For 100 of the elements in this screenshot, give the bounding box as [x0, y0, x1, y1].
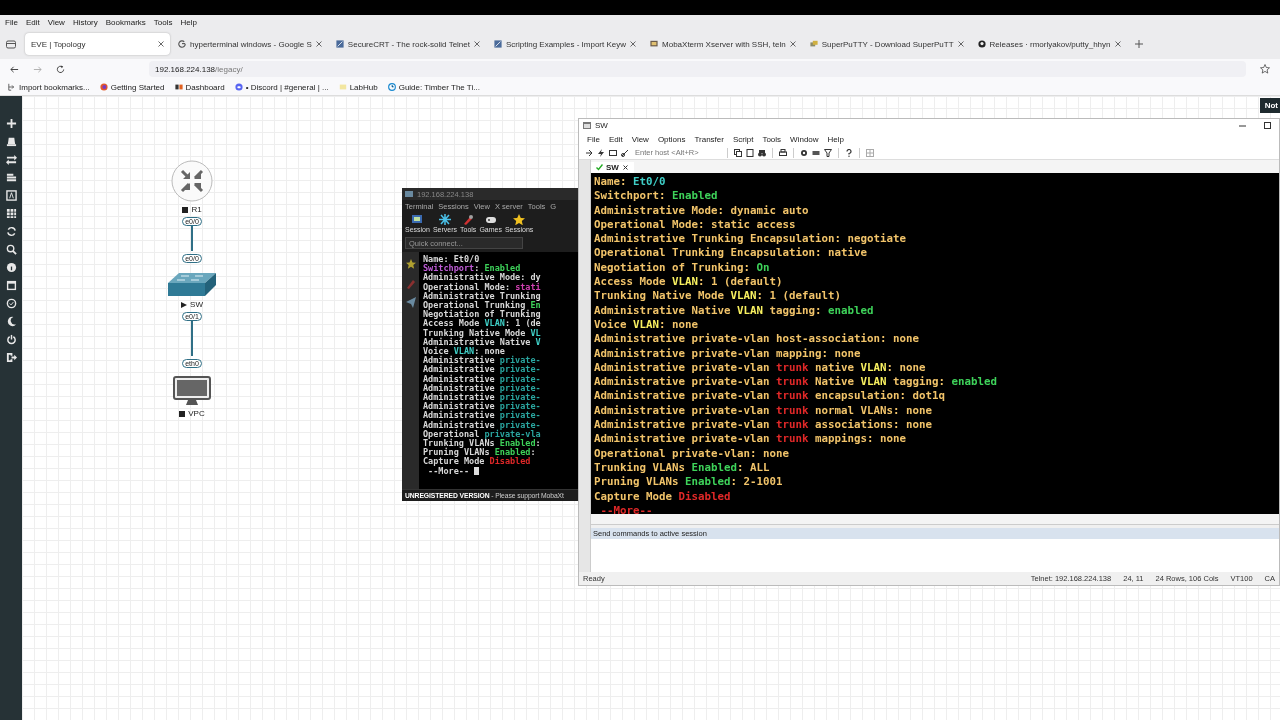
close-icon[interactable]	[621, 164, 629, 171]
star-icon	[513, 214, 526, 225]
browser-tab[interactable]: hyperterminal windows - Google S	[172, 33, 328, 55]
terminal-screen[interactable]	[591, 173, 1279, 514]
power-icon[interactable]	[5, 334, 17, 345]
terminal-line: Administrative Native VLAN tagging: enabled	[594, 303, 875, 318]
menu-item[interactable]: Transfer	[694, 134, 724, 144]
copy-icon[interactable]	[734, 148, 742, 157]
terminal-line: Negotiation of Trunking	[423, 310, 542, 320]
zoom-icon[interactable]	[5, 244, 17, 255]
monitor-icon	[405, 190, 413, 198]
bookmark[interactable]: Import bookmarks...	[19, 82, 90, 92]
scrollbar[interactable]	[591, 514, 1279, 525]
menu-item[interactable]: Bookmarks	[105, 17, 146, 27]
terminal-line: Administrative private-	[423, 411, 542, 421]
menu-item[interactable]: View	[631, 134, 649, 144]
maximize-icon[interactable]	[1264, 122, 1271, 129]
refresh-icon[interactable]	[5, 226, 17, 237]
import-icon	[8, 83, 16, 91]
terminal-line: Operational private-vlan: none	[594, 446, 790, 461]
link-icon[interactable]	[621, 148, 629, 157]
info-icon[interactable]	[5, 262, 17, 273]
asterisk-icon	[438, 214, 451, 225]
address-bar[interactable]: 192.168.224.138/legacy/	[149, 61, 1246, 77]
menu-item[interactable]: File	[5, 17, 18, 27]
filter-icon[interactable]	[824, 148, 832, 157]
lightning-icon[interactable]	[597, 148, 605, 157]
terminal-line: Administrative Trunking	[423, 291, 542, 301]
logout-icon[interactable]	[5, 352, 17, 363]
menu-item[interactable]: Tools	[762, 134, 782, 144]
menu-item[interactable]: View	[47, 17, 65, 27]
session-tab[interactable]: SW	[591, 162, 634, 173]
terminal-line: Operational Mode: stati	[423, 282, 542, 292]
star-icon[interactable]	[1260, 64, 1270, 74]
menu-item[interactable]: Help	[827, 134, 844, 144]
bookmark[interactable]: Getting Started	[110, 82, 165, 92]
terminal-line: Trunking VLANs Enabled:	[423, 439, 542, 449]
transfer-icon[interactable]	[5, 154, 17, 165]
send-icon[interactable]	[404, 294, 417, 310]
stack-icon[interactable]	[5, 136, 17, 147]
terminal-line: Administrative private-	[423, 420, 542, 430]
printer-icon[interactable]	[779, 148, 787, 157]
router-icon[interactable]	[171, 160, 213, 202]
notification-tab[interactable]: Not	[1259, 98, 1280, 113]
tab-list-icon[interactable]	[5, 38, 17, 50]
computer-icon[interactable]	[173, 376, 211, 406]
list-icon[interactable]	[5, 172, 17, 183]
bookmark[interactable]: Guide: Timber The Ti...	[398, 82, 480, 92]
moon-icon[interactable]	[5, 316, 17, 327]
menu-item[interactable]: File	[587, 134, 600, 144]
bookmark[interactable]: • Discord | #general | ...	[245, 82, 329, 92]
check-icon[interactable]	[5, 298, 17, 309]
terminal-line: Capture Mode Disabled	[594, 489, 732, 504]
menu-item[interactable]: Script	[732, 134, 754, 144]
note-icon	[338, 83, 347, 91]
binoculars-icon[interactable]	[758, 148, 766, 157]
menu-item[interactable]: Tools	[153, 17, 173, 27]
terminal-line: Administrative Trunking Encapsulation: negotiate	[594, 232, 907, 247]
back-icon[interactable]	[10, 64, 19, 74]
terminal-line: Name: Et0/0	[594, 175, 667, 190]
menu-item[interactable]: History	[72, 17, 98, 27]
terminal-line: Administrative private-vlan trunk encapsulation: dot1q	[594, 389, 947, 404]
reload-icon[interactable]	[56, 64, 65, 74]
browser-tab[interactable]: MobaXterm Xserver with SSH, teln	[644, 33, 802, 55]
terminal-line: Administrative private-	[423, 356, 542, 366]
node-label: R1	[191, 205, 202, 214]
switch-icon[interactable]	[167, 271, 217, 297]
monitor-icon	[650, 40, 659, 48]
terminal-line: Administrative private-vlan mapping: none	[594, 346, 862, 361]
app-icon	[494, 40, 502, 48]
browser-tab[interactable]: SecureCRT - The rock-solid Telnet	[329, 33, 486, 55]
browser-tab[interactable]: Releases · rmorlyakov/putty_hhyn	[971, 33, 1127, 55]
menu-item[interactable]: Options	[657, 134, 686, 144]
close-icon[interactable]	[158, 41, 164, 47]
terminal-line: Administrative private-	[423, 393, 542, 403]
help-icon[interactable]	[845, 148, 853, 157]
menu-item[interactable]: Edit	[25, 17, 40, 27]
command-input[interactable]	[591, 539, 1279, 572]
terminal-line: Operational private-vla	[423, 429, 542, 440]
terminal-line: Trunking VLANs Enabled: ALL	[594, 460, 771, 476]
settings-icon[interactable]	[800, 148, 808, 157]
grid-icon[interactable]	[5, 208, 17, 219]
plus-icon[interactable]	[5, 118, 17, 129]
bookmark[interactable]: Dashboard	[185, 82, 225, 92]
connect-icon[interactable]	[585, 148, 593, 157]
bookmark[interactable]: LabHub	[349, 82, 378, 92]
terminal-line: Administrative Mode: dynamic auto	[594, 203, 810, 218]
browser-tab[interactable]: SuperPuTTY - Download SuperPuTT	[803, 33, 970, 55]
menu-item[interactable]: Help	[180, 17, 197, 27]
menu-item[interactable]: Edit	[608, 134, 623, 144]
page-icon[interactable]	[746, 148, 754, 157]
window-title: SW	[595, 121, 608, 130]
menu-item[interactable]: Window	[790, 134, 819, 144]
browser-tab[interactable]: Scripting Examples - Import Keyw	[488, 33, 643, 55]
minimize-icon[interactable]	[1239, 122, 1246, 129]
browser-tab[interactable]: EVE | Topology	[25, 33, 170, 55]
window-icon[interactable]	[5, 280, 17, 291]
app-icon	[335, 40, 344, 48]
window-icon[interactable]	[609, 148, 617, 157]
text-icon[interactable]	[5, 190, 17, 201]
